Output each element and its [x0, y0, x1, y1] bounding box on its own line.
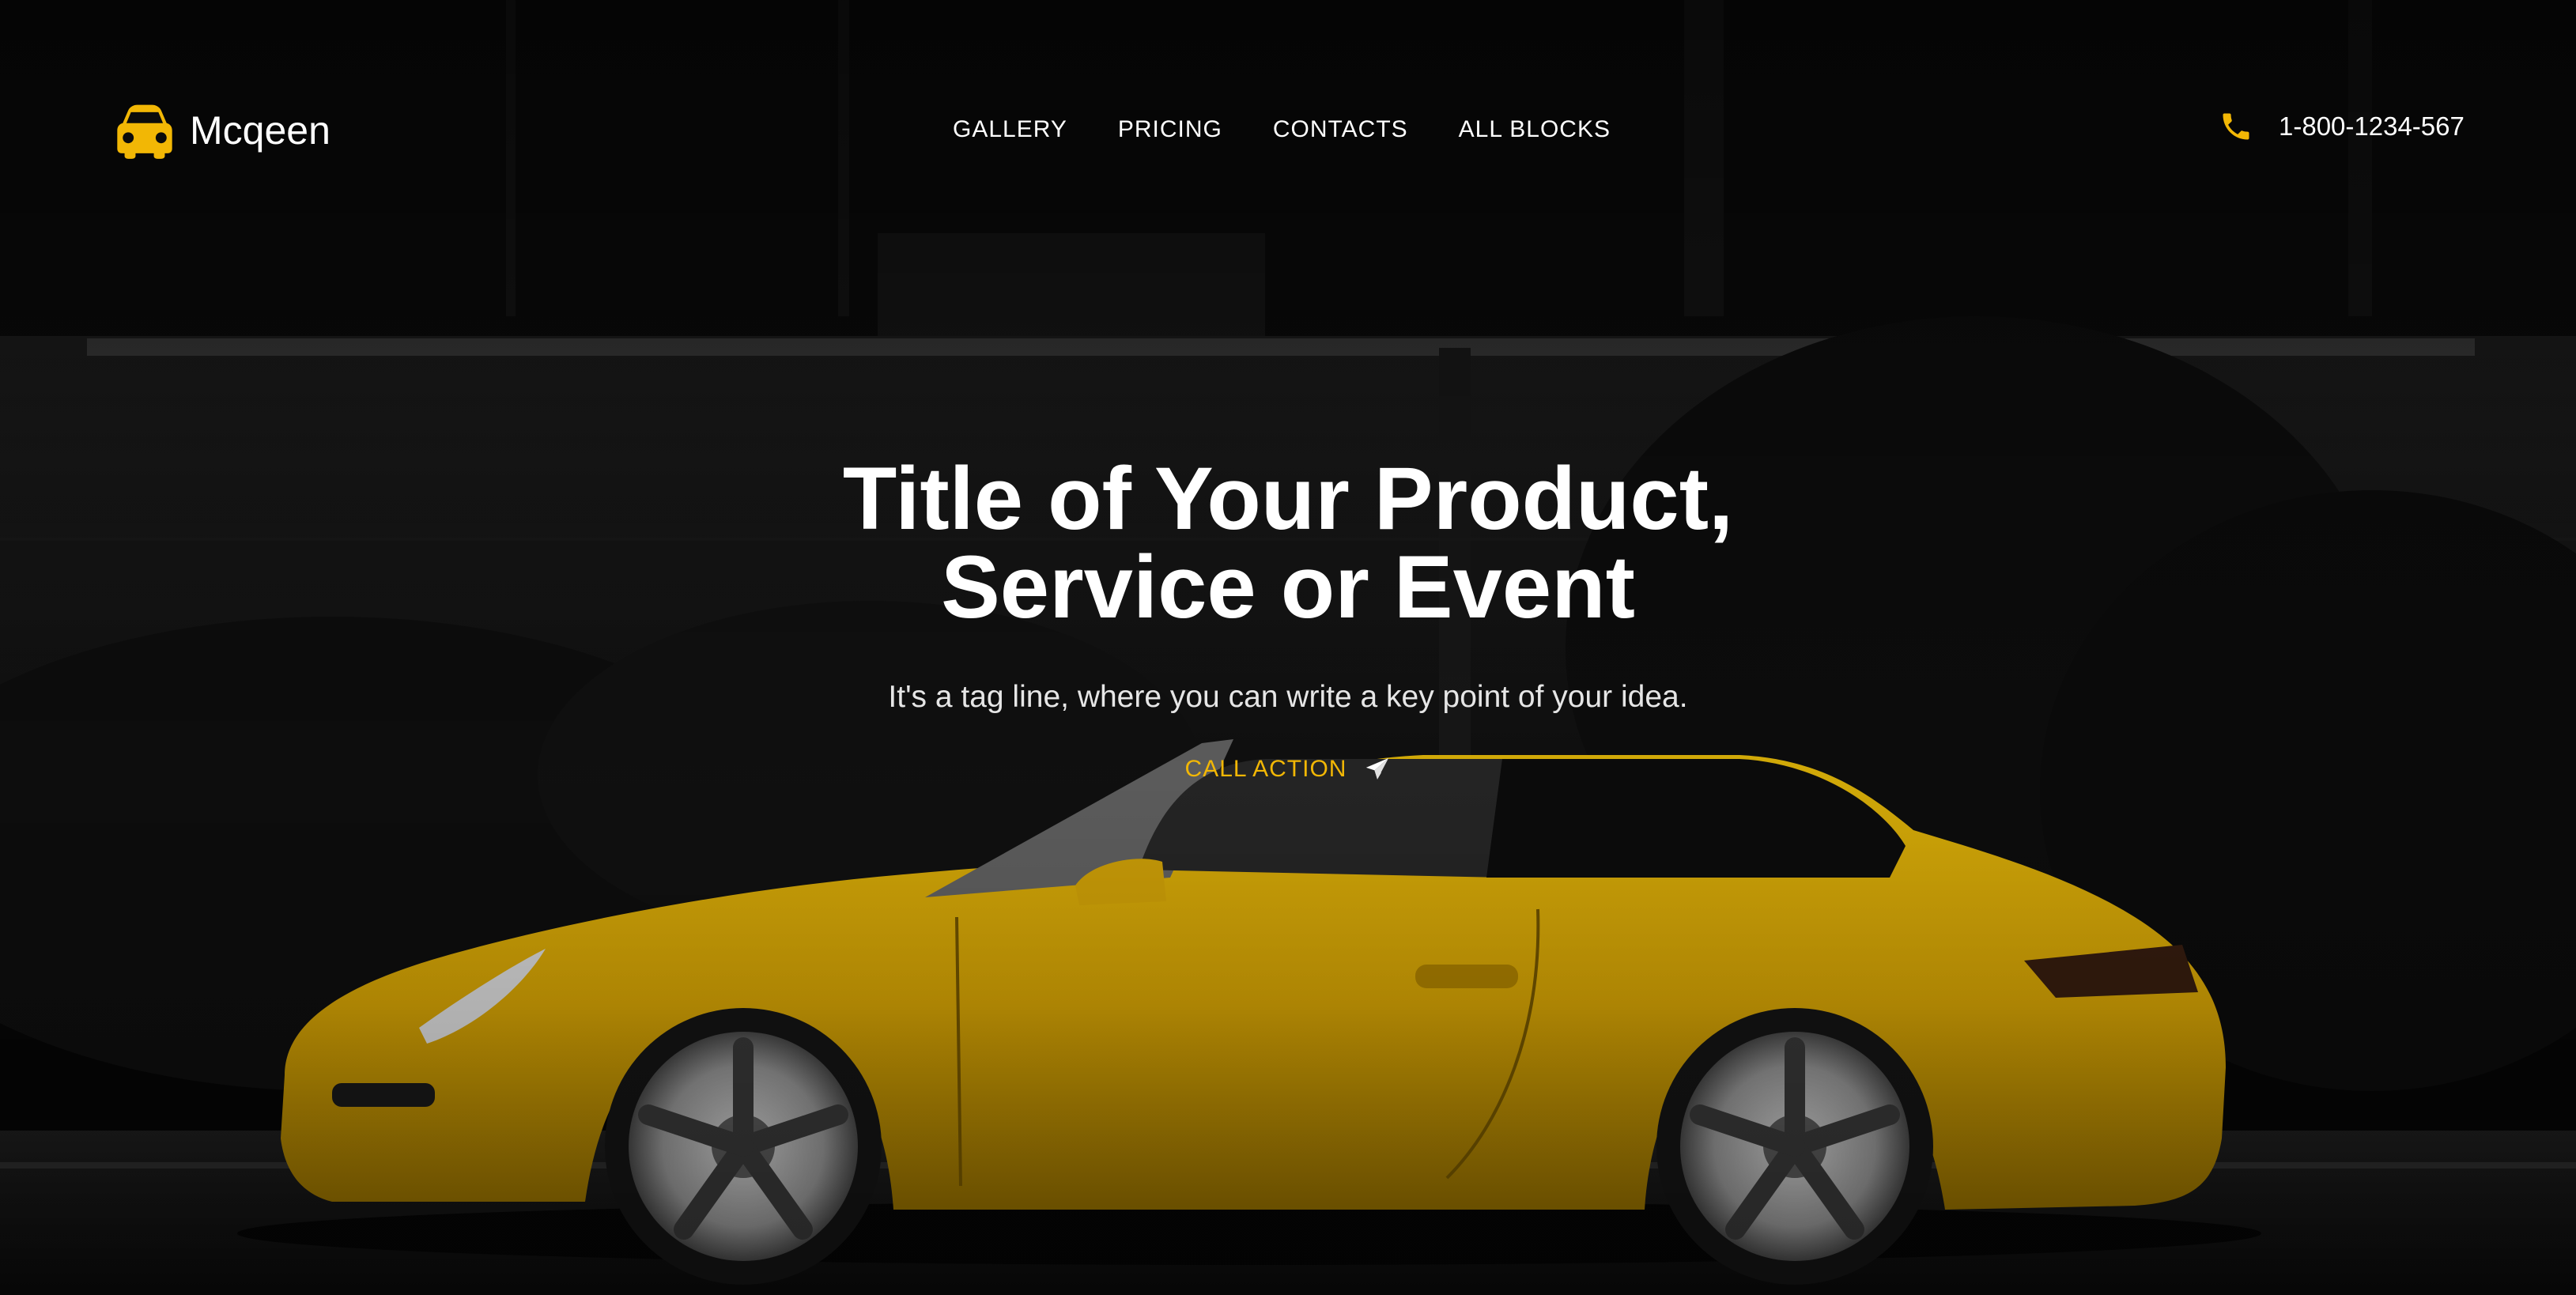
call-action-button[interactable]: CALL ACTION — [1185, 752, 1392, 787]
brand-link[interactable]: Mcqeen — [115, 101, 330, 160]
phone-link[interactable]: 1-800-1234-567 — [2219, 108, 2465, 145]
nav-item-gallery[interactable]: GALLERY — [953, 111, 1067, 149]
nav-item-all-blocks[interactable]: ALL BLOCKS — [1459, 111, 1611, 149]
hero-title: Title of Your Product, Service or Event — [655, 455, 1921, 632]
nav-item-contacts[interactable]: CONTACTS — [1273, 111, 1408, 149]
paper-plane-icon — [1366, 757, 1389, 780]
main-menu: GALLERY PRICING CONTACTS ALL BLOCKS — [953, 111, 1611, 149]
top-navbar: Mcqeen GALLERY PRICING CONTACTS ALL BLOC… — [0, 0, 2576, 261]
car-icon — [117, 104, 172, 159]
hero-content: Title of Your Product, Service or Event … — [0, 455, 2576, 787]
phone-number: 1-800-1234-567 — [2279, 111, 2465, 141]
call-action-label: CALL ACTION — [1184, 756, 1347, 782]
hero-title-line-2: Service or Event — [941, 538, 1635, 636]
hero-tagline: It's a tag line, where you can write a k… — [888, 680, 1688, 714]
hero-section: Mcqeen GALLERY PRICING CONTACTS ALL BLOC… — [0, 0, 2576, 1295]
phone-icon — [2223, 113, 2249, 140]
brand-name: Mcqeen — [190, 108, 330, 153]
hero-title-line-1: Title of Your Product, — [842, 449, 1734, 548]
nav-item-pricing[interactable]: PRICING — [1118, 111, 1222, 149]
